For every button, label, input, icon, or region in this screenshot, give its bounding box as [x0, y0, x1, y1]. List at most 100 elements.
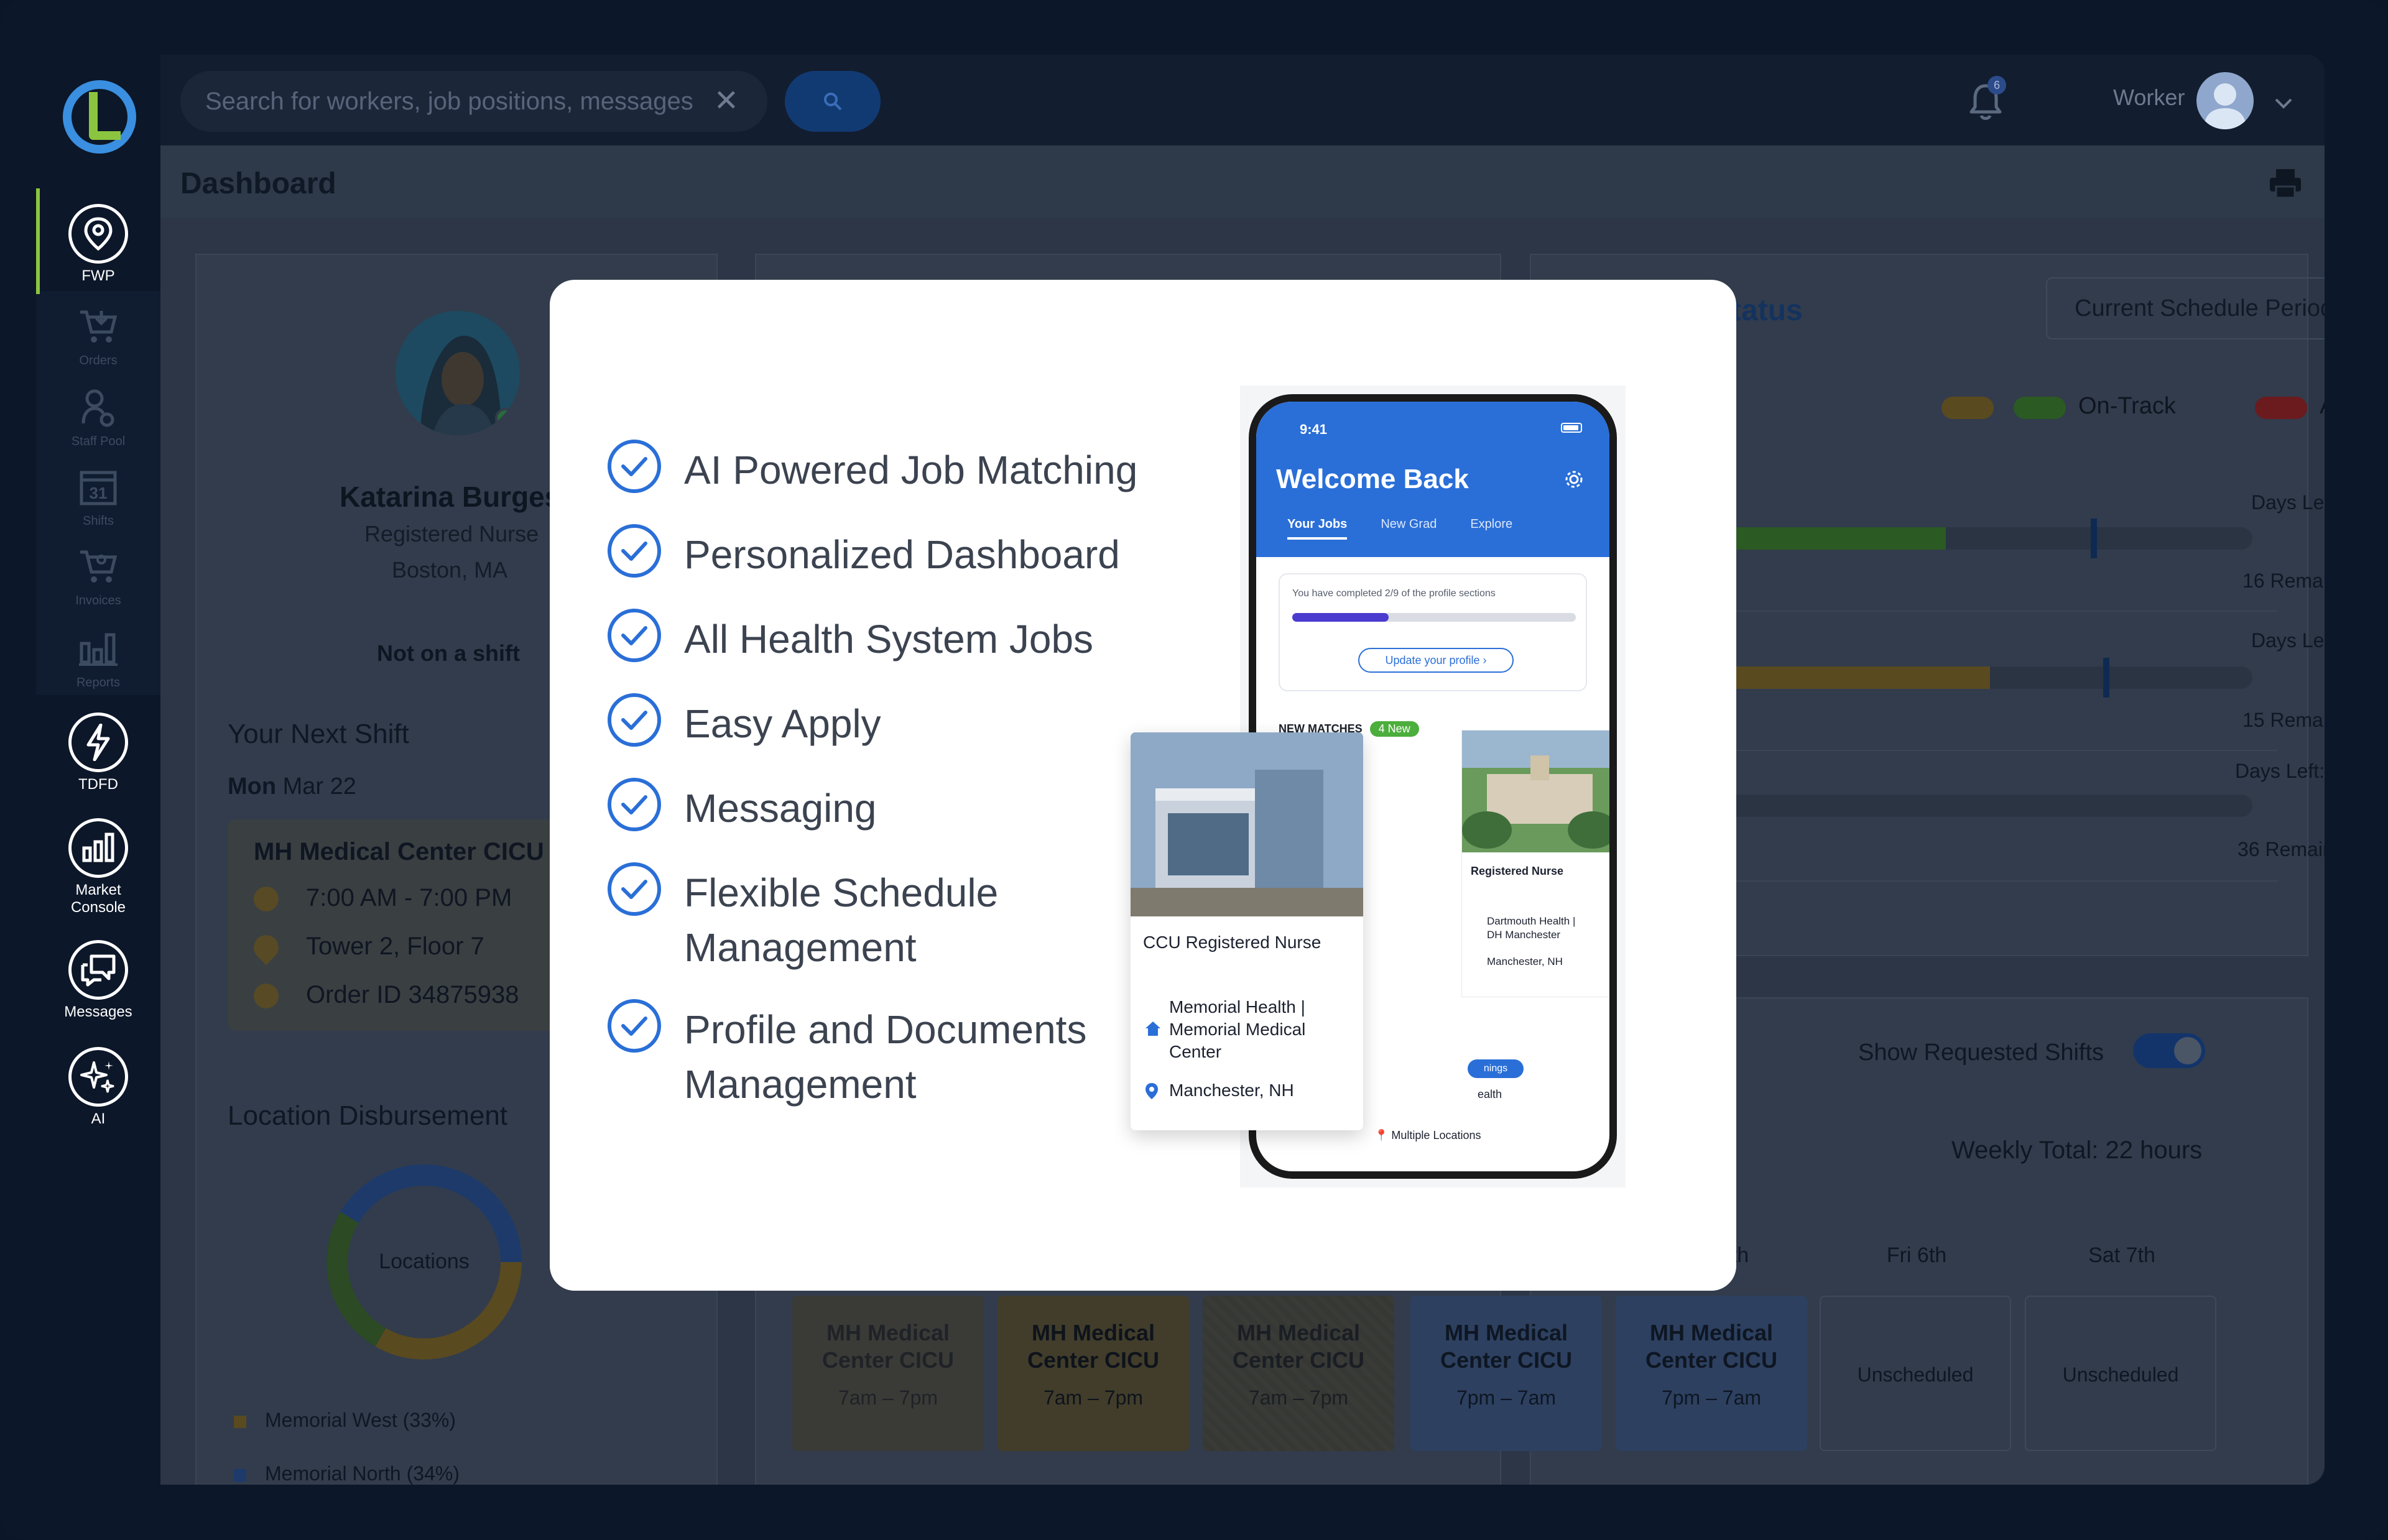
clock-icon	[254, 887, 279, 912]
nav-item-ai[interactable]: AI	[36, 1047, 160, 1128]
row-divider	[1705, 880, 2277, 882]
search-button[interactable]	[785, 71, 881, 132]
nav-item-orders[interactable]: Orders	[36, 305, 160, 369]
check-circle-icon	[608, 862, 661, 916]
multiple-locations-label: Multiple Locations	[1391, 1129, 1481, 1141]
check-circle-icon	[608, 609, 661, 662]
printer-icon[interactable]	[2269, 168, 2302, 199]
shift-cell-empty[interactable]: Unscheduled	[2025, 1296, 2216, 1451]
nav-item-messages[interactable]: Messages	[36, 940, 160, 1021]
nav-item-label: TDFD	[78, 776, 118, 793]
schedule-period-select[interactable]: Current Schedule Period	[2046, 277, 2325, 339]
lightning-icon	[68, 712, 128, 772]
home-icon	[1145, 1021, 1160, 1036]
profile-role: Registered Nurse	[364, 521, 539, 546]
job-card-title: Registered Nurse	[1471, 865, 1564, 877]
calendar-icon: 31	[68, 465, 128, 509]
shift-time-row: 7:00 AM - 7:00 PM	[254, 884, 512, 912]
chevron-down-icon[interactable]	[2272, 92, 2295, 114]
nav-item-invoices[interactable]: Invoices	[36, 545, 160, 609]
chat-bubbles-icon	[68, 940, 128, 1000]
shift-cell[interactable]: MH Medical Center CICU 7am – 7pm	[1203, 1296, 1394, 1451]
shift-cell-time: 7pm – 7am	[1456, 1386, 1557, 1409]
legend-at-risk: At Risk	[2320, 393, 2325, 420]
legend-swatch-at-risk	[2255, 397, 2307, 419]
nav-item-label: AI	[91, 1110, 106, 1127]
profile-location: Boston, MA	[392, 557, 508, 583]
donut-segment-green	[326, 1212, 386, 1347]
donut-segment-olive	[375, 1261, 522, 1360]
show-requested-toggle[interactable]	[2133, 1033, 2205, 1068]
shift-order-row: Order ID 34875938	[254, 981, 519, 1009]
row-divider	[1705, 750, 2277, 751]
feature-item: Profile and Documents Management	[606, 999, 1119, 1112]
update-profile-button: Update your profile ›	[1358, 648, 1514, 673]
shift-cell-title: MH Medical Center CICU	[1645, 1320, 1778, 1373]
nav-item-reports[interactable]: Reports	[36, 627, 160, 691]
phone-time: 9:41	[1300, 422, 1328, 437]
feature-label: Personalized Dashboard	[684, 532, 1120, 577]
legend-item: Memorial North (34%)	[234, 1462, 460, 1485]
map-pin-icon	[248, 930, 284, 966]
legend-label: Memorial West (33%)	[265, 1409, 456, 1431]
phone-tab-explore: Explore	[1470, 517, 1513, 531]
job-card-org-line2: DH Manchester	[1487, 929, 1561, 941]
gear-icon	[1565, 471, 1583, 488]
app-logo-icon[interactable]	[61, 78, 138, 155]
job-card-title: CCU Registered Nurse	[1143, 933, 1321, 952]
nav-item-staff-pool[interactable]: Staff Pool	[36, 385, 160, 450]
user-avatar[interactable]	[2196, 72, 2254, 129]
nav-item-tdfd[interactable]: TDFD	[36, 712, 160, 793]
notifications-button[interactable]: 6	[1964, 76, 2007, 123]
shift-cell-title: MH Medical Center CICU	[1440, 1320, 1573, 1373]
phone-tab-new-grad: New Grad	[1381, 517, 1437, 531]
nav-item-label: Shifts	[82, 514, 114, 528]
check-circle-icon	[608, 778, 661, 831]
location-donut-chart: Locations	[326, 1164, 522, 1360]
shift-cell[interactable]: MH Medical Center CICU 7am – 7pm	[997, 1296, 1189, 1451]
user-role-label: Worker	[2113, 85, 2185, 110]
next-shift-heading: Your Next Shift	[228, 719, 409, 749]
profile-progress-bar	[1292, 613, 1576, 622]
phone-tabs: Your Jobs New Grad Explore	[1287, 517, 1546, 540]
feature-item: Personalized Dashboard	[606, 524, 1169, 582]
shift-cell-title: MH Medical Center CICU	[1027, 1320, 1160, 1373]
feature-item: Messaging	[606, 778, 1169, 836]
phone-tab-your-jobs: Your Jobs	[1287, 517, 1348, 540]
progress-marker	[2103, 658, 2109, 698]
nav-item-label: Messages	[64, 1003, 132, 1020]
shift-facility: MH Medical Center CICU	[254, 838, 544, 865]
shift-cell[interactable]: MH Medical Center CICU 7pm – 7am	[1616, 1296, 1807, 1451]
features-modal: AI Powered Job Matching Personalized Das…	[550, 280, 1736, 1291]
days-left: Days Left: 16	[2251, 629, 2325, 652]
shift-time: 7:00 AM - 7:00 PM	[306, 884, 512, 911]
map-pin-icon	[1145, 1083, 1158, 1099]
search-input[interactable]: Search for workers, job positions, messa…	[180, 71, 767, 132]
next-shift-day-date: Mar 22	[282, 773, 356, 800]
day-header: Sat 7th	[2088, 1243, 2155, 1267]
location-pin-icon	[68, 204, 128, 264]
clear-search-icon[interactable]: ✕	[714, 71, 739, 132]
cart-icon	[68, 305, 128, 348]
nav-item-label: Market Console	[70, 882, 126, 916]
progress-marker	[2091, 519, 2097, 558]
job-card-secondary: Registered Nurse Dartmouth Health | DH Ma…	[1461, 730, 1609, 997]
page-title: Dashboard	[180, 167, 336, 200]
nav-item-shifts[interactable]: 31 Shifts	[36, 465, 160, 530]
show-requested-label: Show Requested Shifts	[1858, 1040, 2104, 1066]
legend-item: Memorial West (33%)	[234, 1409, 456, 1432]
shift-cell-empty[interactable]: Unscheduled	[1820, 1296, 2011, 1451]
nav-item-fwp[interactable]: FWP	[36, 204, 160, 285]
profile-photo	[396, 311, 520, 435]
shift-cell[interactable]: MH Medical Center CICU 7am – 7pm	[792, 1296, 984, 1451]
check-circle-icon	[608, 524, 661, 578]
remaining: 15 Remaining	[2242, 709, 2325, 731]
left-nav: FWP Orders Staff Pool 31 Shifts Invoices	[36, 55, 160, 1485]
feature-label: Flexible Schedule Management	[684, 870, 999, 970]
job-card-org: Dartmouth Health | DH Manchester	[1487, 915, 1575, 942]
shift-cell[interactable]: MH Medical Center CICU 7pm – 7am	[1410, 1296, 1602, 1451]
phone-welcome: Welcome Back	[1276, 464, 1469, 494]
legend-swatch-olive	[1941, 397, 1994, 419]
nav-item-market-console[interactable]: Market Console	[36, 818, 160, 916]
days-left: Days Left: 200	[2235, 760, 2325, 782]
